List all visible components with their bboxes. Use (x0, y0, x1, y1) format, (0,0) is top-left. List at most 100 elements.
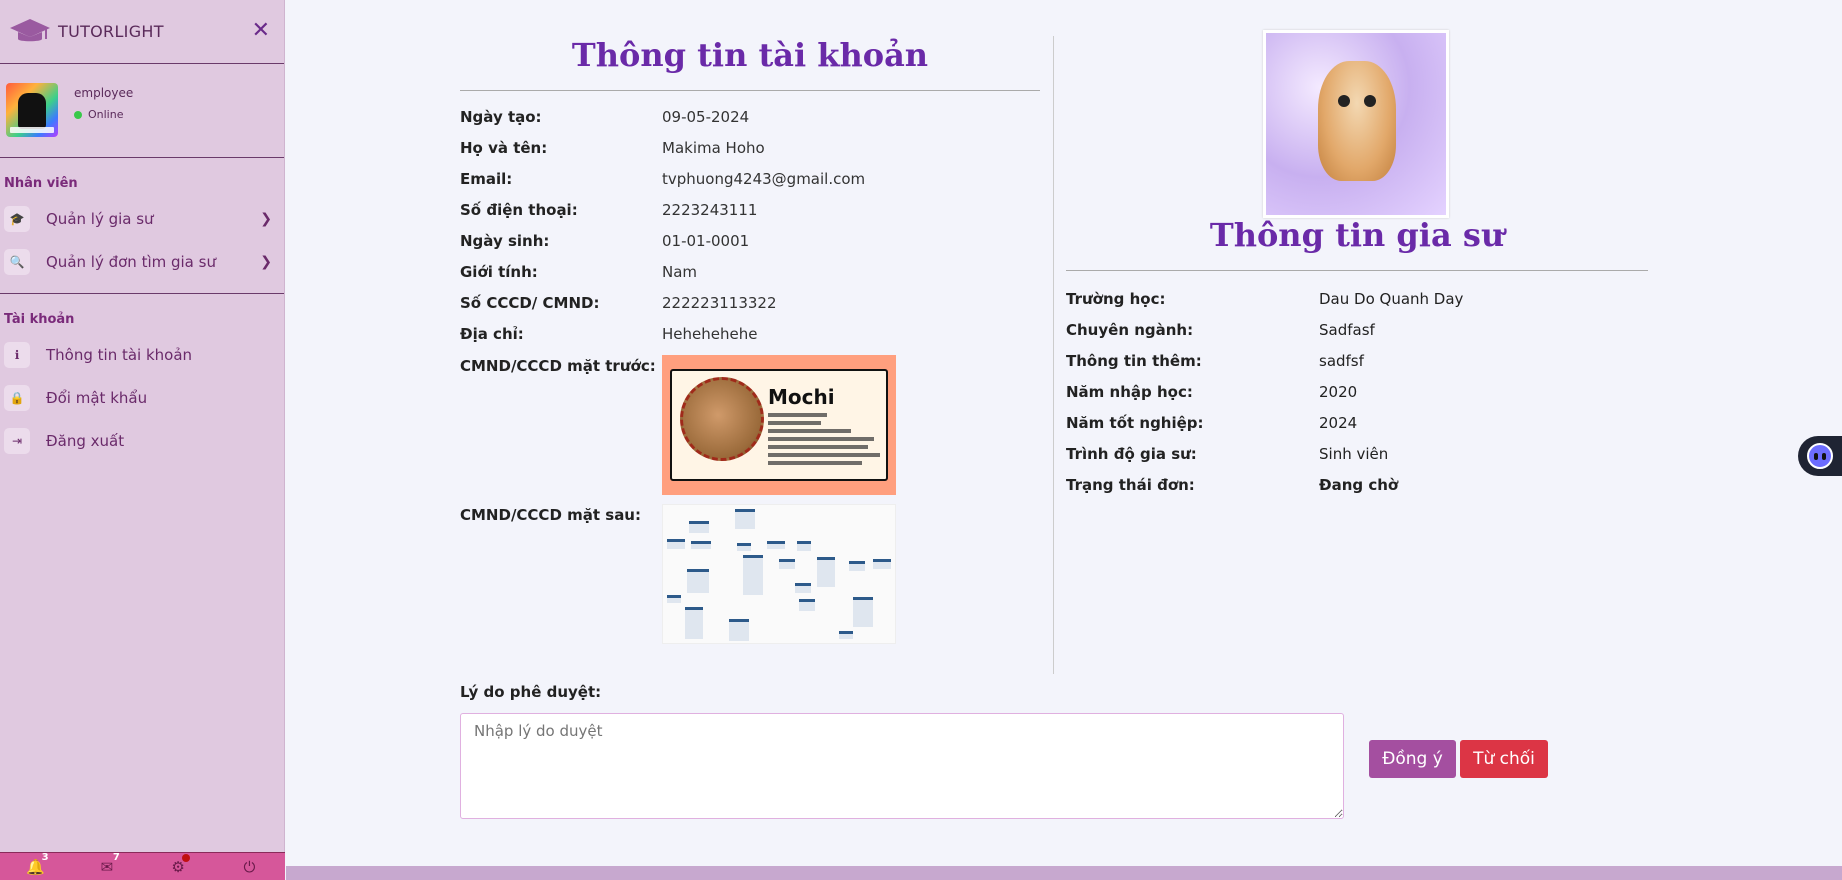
id-back-image[interactable] (662, 504, 896, 644)
field-value: 2020 (1319, 382, 1358, 401)
user-name: employee (74, 86, 134, 100)
section-title-account: Tài khoản (4, 312, 75, 327)
field-value: Makima Hoho (662, 138, 765, 157)
id-card-name: Mochi (768, 385, 835, 409)
field-value: Dau Do Quanh Day (1319, 289, 1464, 308)
field-value: 2223243111 (662, 200, 758, 219)
field-label: Năm nhập học: (1066, 382, 1193, 401)
chatbot-button[interactable] (1798, 436, 1842, 476)
sidebar-item-manage-tutors[interactable]: 🎓 Quản lý gia sư ❯ (0, 197, 284, 240)
account-info-panel: Thông tin tài khoản Ngày tạo: 09-05-2024 … (460, 30, 1040, 644)
field-value: 01-01-0001 (662, 231, 750, 250)
tutor-info-panel: Thông tin gia sư Trường học: Dau Do Quanh… (1066, 30, 1648, 500)
info-icon: ℹ (4, 341, 30, 368)
notification-count: 3 (41, 851, 49, 863)
online-dot-icon (74, 110, 82, 119)
sidebar-item-label: Đổi mật khẩu (46, 388, 148, 407)
dog-photo (680, 377, 764, 461)
field-value: 09-05-2024 (662, 107, 750, 126)
field-label: Số CCCD/ CMND: (460, 293, 600, 312)
logout-icon: ⇥ (4, 427, 30, 454)
field-label: Ngày sinh: (460, 231, 550, 250)
field-label: Số điện thoại: (460, 200, 578, 219)
field-school: Trường học: Dau Do Quanh Day (1066, 283, 1648, 314)
avatar (6, 83, 58, 137)
chevron-right-icon: ❯ (260, 253, 272, 270)
field-label: Giới tính: (460, 262, 538, 281)
field-value: Sinh viên (1319, 444, 1389, 463)
notifications-button[interactable]: 🔔 3 (16, 852, 56, 876)
field-label: CMND/CCCD mặt trước: (460, 357, 656, 375)
sidebar: TUTORLIGHT ✕ employee Online Nhân viên 🎓… (0, 0, 285, 880)
sidebar-footer: 🔔 3 ✉ 7 ⚙ ⏻ (0, 852, 285, 880)
brand-header: TUTORLIGHT ✕ (0, 0, 284, 64)
tutor-section-title: Thông tin gia sư (1209, 216, 1505, 254)
field-phone: Số điện thoại: 2223243111 (460, 194, 1040, 225)
bottom-bar (286, 866, 1842, 880)
field-label: Trình độ gia sư: (1066, 444, 1197, 463)
field-major: Chuyên ngành: Sadfasf (1066, 314, 1648, 345)
id-front-image[interactable]: Mochi (662, 355, 896, 495)
sidebar-item-label: Quản lý đơn tìm gia sư (46, 252, 216, 271)
sidebar-item-account-info[interactable]: ℹ Thông tin tài khoản (0, 333, 284, 376)
title-divider (1066, 270, 1648, 271)
field-email: Email: tvphuong4243@gmail.com (460, 163, 1040, 194)
field-value: tvphuong4243@gmail.com (662, 169, 866, 188)
field-tutor-level: Trình độ gia sư: Sinh viên (1066, 438, 1648, 469)
reject-button[interactable]: Từ chối (1460, 740, 1548, 778)
field-id-number: Số CCCD/ CMND: 222223113322 (460, 287, 1040, 318)
field-created-date: Ngày tạo: 09-05-2024 (460, 101, 1040, 132)
graduation-cap-icon: 🎓 (4, 205, 30, 232)
field-label: Email: (460, 169, 513, 188)
sidebar-item-logout[interactable]: ⇥ Đăng xuất (0, 419, 284, 462)
column-divider (1053, 36, 1054, 674)
field-value: Hehehehehe (662, 324, 758, 343)
sidebar-item-change-password[interactable]: 🔒 Đổi mật khẩu (0, 376, 284, 419)
settings-alert-dot (182, 853, 191, 862)
field-label: Thông tin thêm: (1066, 351, 1202, 370)
field-value: 222223113322 (662, 293, 777, 312)
brand-name: TUTORLIGHT (58, 22, 164, 41)
approval-section: Lý do phê duyệt: Đồng ý Từ chối (460, 683, 1660, 819)
field-label: Địa chỉ: (460, 324, 524, 343)
power-icon: ⏻ (243, 857, 256, 876)
sidebar-item-label: Quản lý gia sư (46, 209, 154, 228)
field-value: Sadfasf (1319, 320, 1375, 339)
field-extra-info: Thông tin thêm: sadfsf (1066, 345, 1648, 376)
close-icon[interactable]: ✕ (252, 18, 270, 43)
field-label: Họ và tên: (460, 138, 548, 157)
status-badge: Đang chờ (1319, 475, 1399, 494)
message-count: 7 (112, 851, 120, 863)
settings-button[interactable]: ⚙ (158, 853, 198, 876)
field-label: Năm tốt nghiệp: (1066, 413, 1204, 432)
chatbot-icon (1807, 443, 1833, 469)
sidebar-item-manage-requests[interactable]: 🔍 Quản lý đơn tìm gia sư ❯ (0, 240, 284, 283)
field-label: CMND/CCCD mặt sau: (460, 506, 641, 524)
approval-reason-input[interactable] (460, 713, 1344, 819)
section-employee: Nhân viên 🎓 Quản lý gia sư ❯ 🔍 Quản lý đ… (0, 158, 284, 283)
title-divider (460, 90, 1040, 91)
envelope-icon: ✉ (100, 857, 114, 876)
user-status-text: Online (88, 108, 124, 121)
section-account: Tài khoản ℹ Thông tin tài khoản 🔒 Đổi mậ… (0, 294, 284, 462)
approve-button[interactable]: Đồng ý (1369, 740, 1456, 778)
field-address: Địa chỉ: Hehehehehe (460, 318, 1040, 349)
field-birthdate: Ngày sinh: 01-01-0001 (460, 225, 1040, 256)
field-value: sadfsf (1319, 351, 1364, 370)
sidebar-item-label: Đăng xuất (46, 431, 125, 450)
field-request-status: Trạng thái đơn: Đang chờ (1066, 469, 1648, 500)
field-value: Nam (662, 262, 698, 281)
tutor-profile-photo (1263, 30, 1449, 218)
sidebar-item-label: Thông tin tài khoản (46, 345, 193, 364)
field-value: 2024 (1319, 413, 1358, 432)
power-button[interactable]: ⏻ (229, 858, 269, 876)
id-back-row: CMND/CCCD mặt sau: (460, 504, 1040, 644)
lock-icon: 🔒 (4, 384, 30, 411)
field-label: Trường học: (1066, 289, 1166, 308)
messages-button[interactable]: ✉ 7 (87, 852, 127, 876)
field-full-name: Họ và tên: Makima Hoho (460, 132, 1040, 163)
field-label: Trạng thái đơn: (1066, 475, 1195, 494)
chevron-right-icon: ❯ (260, 210, 272, 227)
user-status: Online (74, 108, 133, 121)
field-graduation-year: Năm tốt nghiệp: 2024 (1066, 407, 1648, 438)
